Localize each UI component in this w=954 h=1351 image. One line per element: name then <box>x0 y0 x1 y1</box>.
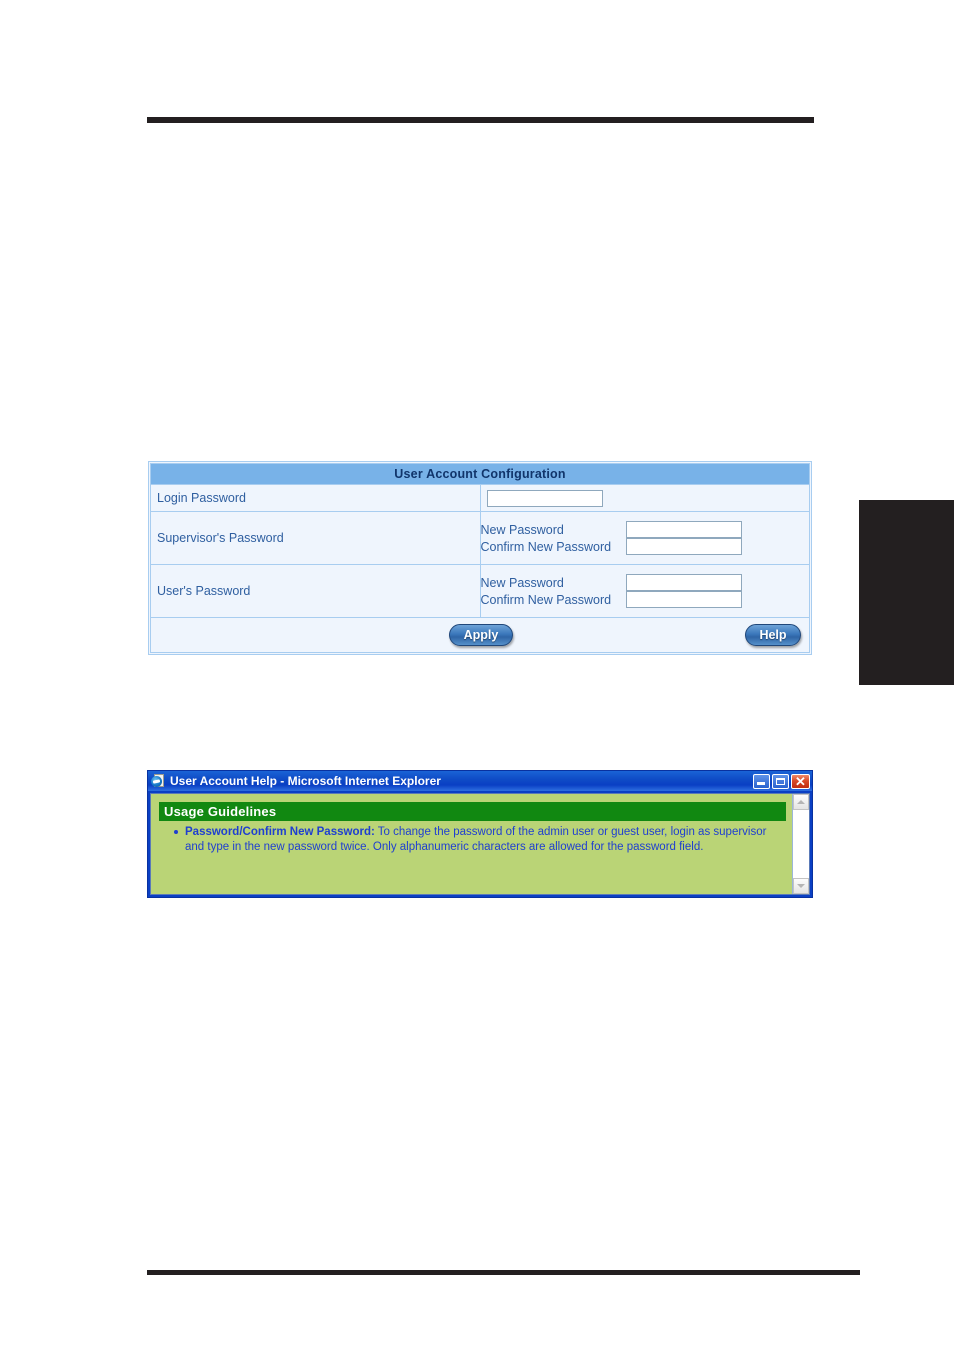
user-account-configuration-table: User Account Configuration Login Passwor… <box>150 463 810 653</box>
help-window-body: Usage Guidelines Password/Confirm New Pa… <box>150 793 810 895</box>
close-icon[interactable]: ✕ <box>791 773 810 789</box>
user-password-label: User's Password <box>150 564 481 618</box>
config-buttons-bar: Apply Help <box>151 618 809 652</box>
help-window-title: User Account Help - Microsoft Internet E… <box>170 774 441 788</box>
usage-guidelines-heading: Usage Guidelines <box>159 802 786 821</box>
supervisor-password-row: Supervisor's Password New Password Confi… <box>150 511 810 566</box>
config-buttons-cell: Apply Help <box>150 617 810 653</box>
help-window-titlebar[interactable]: User Account Help - Microsoft Internet E… <box>148 771 812 791</box>
login-password-input[interactable] <box>486 489 603 507</box>
user-password-row: User's Password New Password Confirm New… <box>150 564 810 618</box>
login-password-label: Login Password <box>150 483 481 513</box>
scroll-up-icon[interactable] <box>793 794 809 810</box>
help-content: Usage Guidelines Password/Confirm New Pa… <box>151 794 792 894</box>
chapter-thumb-tab <box>859 500 954 685</box>
page-top-rule <box>147 117 814 123</box>
user-account-configuration-panel: User Account Configuration Login Passwor… <box>148 461 812 655</box>
supervisor-password-label: Supervisor's Password <box>150 511 481 566</box>
supervisor-confirm-password-field-cell <box>625 538 810 556</box>
user-password-fields-cell: New Password Confirm New Password <box>479 564 810 618</box>
supervisor-password-fields-cell: New Password Confirm New Password <box>479 511 810 566</box>
page-bottom-rule <box>147 1270 860 1275</box>
supervisor-new-password-field-cell <box>625 521 810 539</box>
config-buttons-row: Apply Help <box>150 617 810 653</box>
window-controls: ✕ <box>753 773 810 789</box>
maximize-icon[interactable] <box>772 773 789 789</box>
supervisor-confirm-password-input[interactable] <box>625 538 742 556</box>
guideline-term: Password/Confirm New Password: <box>185 826 375 838</box>
user-new-password-field-cell <box>625 574 810 592</box>
user-account-help-window: User Account Help - Microsoft Internet E… <box>147 770 813 898</box>
config-header-row: User Account Configuration <box>150 463 810 485</box>
scrollbar-track[interactable] <box>793 810 809 878</box>
user-new-password-label: New Password <box>480 575 564 590</box>
supervisor-new-password-input[interactable] <box>625 521 742 539</box>
minimize-icon[interactable] <box>753 773 770 789</box>
supervisor-confirm-password-label: Confirm New Password <box>480 539 612 554</box>
user-confirm-password-row: Confirm New Password <box>480 591 810 609</box>
user-new-password-input[interactable] <box>625 574 742 592</box>
internet-explorer-page-icon <box>151 774 166 788</box>
supervisor-new-password-label: New Password <box>480 522 564 537</box>
user-confirm-password-input[interactable] <box>625 591 742 609</box>
help-button[interactable]: Help <box>745 624 801 646</box>
user-new-password-row: New Password <box>480 574 810 592</box>
supervisor-confirm-password-row: Confirm New Password <box>480 538 810 556</box>
user-fields-table: New Password Confirm New Password <box>480 574 810 609</box>
apply-button[interactable]: Apply <box>449 624 513 646</box>
list-item: Password/Confirm New Password: To change… <box>174 825 786 855</box>
config-panel-title: User Account Configuration <box>150 463 810 485</box>
user-confirm-password-label: Confirm New Password <box>480 592 612 607</box>
supervisor-fields-table: New Password Confirm New Password <box>480 521 810 556</box>
supervisor-new-password-row: New Password <box>480 521 810 539</box>
login-password-field-cell <box>479 483 810 513</box>
scroll-down-icon[interactable] <box>793 878 809 894</box>
login-password-row: Login Password <box>150 483 810 513</box>
user-confirm-password-field-cell <box>625 591 810 609</box>
help-scrollbar[interactable] <box>792 794 809 894</box>
usage-guidelines-list: Password/Confirm New Password: To change… <box>159 825 786 855</box>
